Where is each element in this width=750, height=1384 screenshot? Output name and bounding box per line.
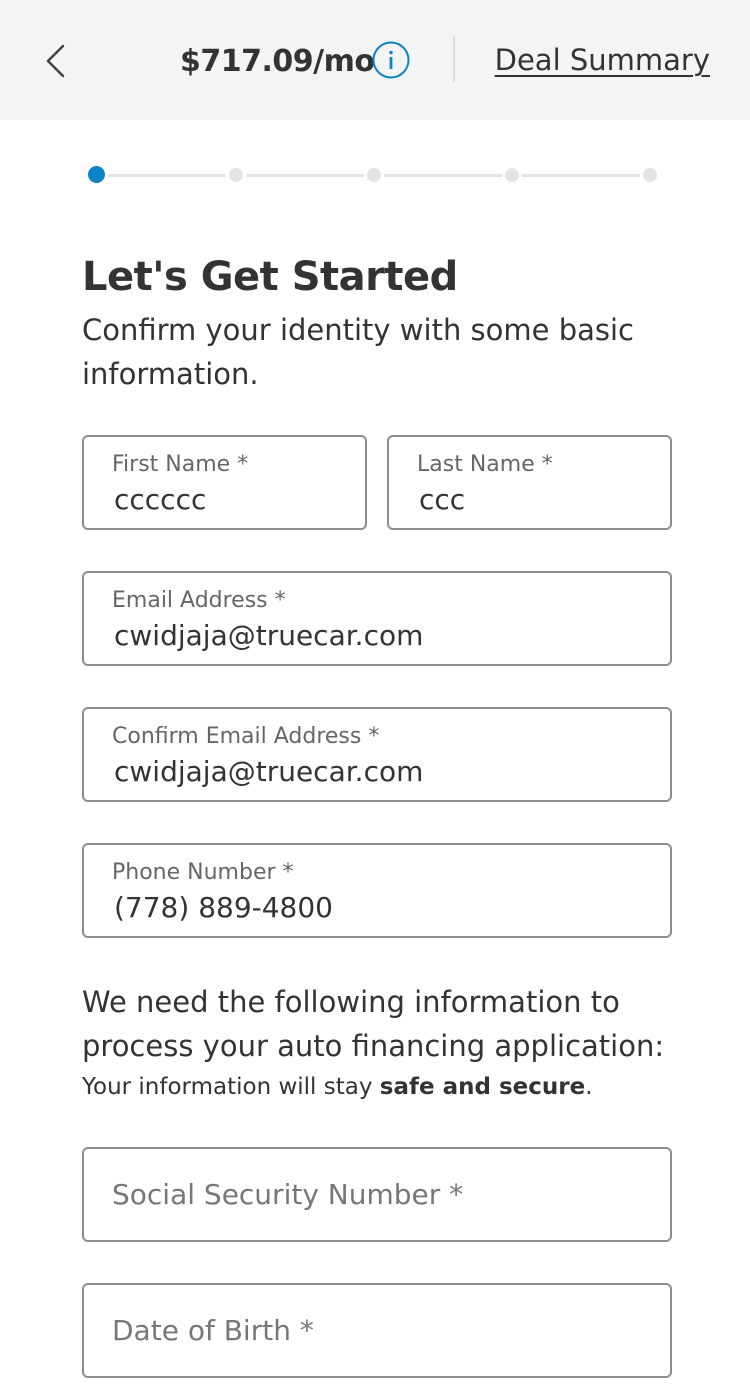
first-name-label: First Name *: [112, 452, 249, 477]
confirm-email-field[interactable]: Confirm Email Address * cwidjaja@truecar…: [82, 707, 672, 802]
info-button[interactable]: [372, 41, 410, 79]
confirm-email-value: cwidjaja@truecar.com: [114, 755, 424, 788]
ssn-field[interactable]: Social Security Number *: [82, 1147, 672, 1242]
ssn-placeholder: Social Security Number *: [112, 1178, 464, 1211]
step-dot-5: [643, 168, 657, 182]
step-connector: [108, 174, 226, 177]
step-dot-1: [88, 166, 105, 183]
step-connector: [384, 174, 502, 177]
step-dot-3: [367, 168, 381, 182]
page-subtitle: Confirm your identity with some basic in…: [82, 313, 635, 391]
dob-placeholder: Date of Birth *: [112, 1314, 314, 1347]
phone-value: (778) 889-4800: [114, 891, 333, 924]
chevron-left-icon: [46, 44, 65, 78]
step-connector: [246, 174, 364, 177]
first-name-value: cccccc: [114, 483, 207, 516]
info-icon: [372, 41, 410, 79]
step-dot-4: [505, 168, 519, 182]
security-note: Your information will stay safe and secu…: [82, 1068, 692, 1106]
monthly-payment: $717.09/mo: [180, 44, 375, 79]
security-note-suffix: .: [585, 1074, 593, 1100]
confirm-email-label: Confirm Email Address *: [112, 724, 380, 749]
security-note-emphasis: safe and secure: [379, 1074, 586, 1100]
email-label: Email Address *: [112, 588, 286, 613]
dob-field[interactable]: Date of Birth *: [82, 1283, 672, 1378]
top-bar: $717.09/mo Deal Summary: [0, 0, 750, 120]
step-dot-2: [229, 168, 243, 182]
step-connector: [522, 174, 640, 177]
phone-field[interactable]: Phone Number * (778) 889-4800: [82, 843, 672, 938]
first-name-field[interactable]: First Name * cccccc: [82, 435, 367, 530]
email-field[interactable]: Email Address * cwidjaja@truecar.com: [82, 571, 672, 666]
header-divider: [453, 36, 455, 82]
financing-intro: We need the following information to pro…: [82, 985, 665, 1063]
deal-summary-link[interactable]: Deal Summary: [495, 38, 710, 82]
last-name-field[interactable]: Last Name * ccc: [387, 435, 672, 530]
last-name-value: ccc: [419, 483, 466, 516]
security-note-prefix: Your information will stay: [82, 1074, 380, 1100]
email-value: cwidjaja@truecar.com: [114, 619, 424, 652]
phone-label: Phone Number *: [112, 860, 294, 885]
back-button[interactable]: [30, 36, 80, 86]
progress-stepper: [88, 166, 658, 184]
page-title: Let's Get Started: [82, 254, 458, 300]
last-name-label: Last Name *: [417, 452, 553, 477]
